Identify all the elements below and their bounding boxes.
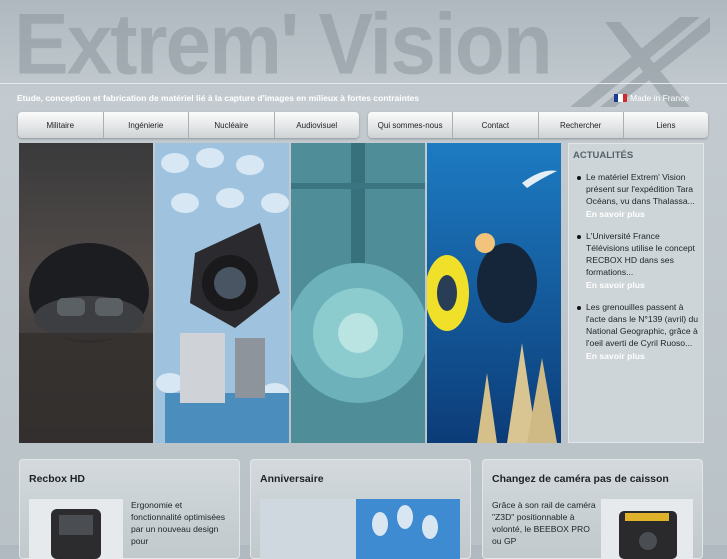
- camera-rail-image: [601, 499, 693, 559]
- card-recbox[interactable]: Recbox HD Ergonomie et fonctionnalité op…: [19, 459, 240, 559]
- nav-qui-sommes-nous[interactable]: Qui sommes-nous: [368, 112, 454, 138]
- photo-strip: [19, 143, 561, 443]
- anniversaire-image: [260, 499, 460, 559]
- made-in-label: Made in France: [630, 93, 690, 103]
- card-text: Ergonomie et fonctionnalité optimisées p…: [131, 500, 226, 546]
- nav-main: Militaire Ingénierie Nucléaire Audiovisu…: [18, 112, 359, 138]
- card-text: Grâce à son rail de caméra "Z3D" positio…: [492, 500, 596, 546]
- news-more-link[interactable]: En savoir plus: [586, 208, 699, 220]
- nav-rechercher[interactable]: Rechercher: [539, 112, 624, 138]
- news-item-text: Le matériel Extrem' Vision présent sur l…: [586, 172, 695, 206]
- nav-nucleaire[interactable]: Nucléaire: [189, 112, 275, 138]
- news-item: Le matériel Extrem' Vision présent sur l…: [573, 171, 699, 220]
- tagline: Etude, conception et fabrication de maté…: [17, 93, 420, 103]
- news-more-link[interactable]: En savoir plus: [586, 350, 699, 362]
- nav-militaire[interactable]: Militaire: [18, 112, 104, 138]
- photo-engineering-camera[interactable]: [155, 143, 289, 443]
- nav-contact[interactable]: Contact: [453, 112, 539, 138]
- news-heading: ACTUALITÉS: [573, 150, 634, 161]
- news-item: L'Université France Télévisions utilise …: [573, 230, 699, 291]
- card-changez-camera[interactable]: Changez de caméra pas de caisson Grâce à…: [482, 459, 703, 559]
- photo-military-diver[interactable]: [19, 143, 153, 443]
- news-item-text: L'Université France Télévisions utilise …: [586, 231, 695, 277]
- site-title: Extrem' Vision: [14, 0, 553, 93]
- made-in-france: Made in France: [614, 93, 689, 103]
- nav-secondary: Qui sommes-nous Contact Rechercher Liens: [368, 112, 708, 138]
- nav-ingenierie[interactable]: Ingénierie: [104, 112, 189, 138]
- france-flag-icon: [614, 94, 627, 102]
- news-item-text: Les grenouilles passent à l'acte dans le…: [586, 302, 699, 348]
- nav-audiovisuel[interactable]: Audiovisuel: [275, 112, 360, 138]
- header-divider: [0, 83, 727, 84]
- photo-nuclear-pool[interactable]: [291, 143, 425, 443]
- nav-liens[interactable]: Liens: [624, 112, 708, 138]
- news-panel: ACTUALITÉS Le matériel Extrem' Vision pr…: [568, 143, 704, 443]
- photo-audiovisual-diver[interactable]: [427, 143, 561, 443]
- card-title: Changez de caméra pas de caisson: [492, 473, 669, 485]
- card-title: Recbox HD: [29, 473, 86, 485]
- card-title: Anniversaire: [260, 473, 324, 485]
- recbox-image: [29, 499, 123, 559]
- card-anniversaire[interactable]: Anniversaire: [250, 459, 471, 559]
- news-item: Les grenouilles passent à l'acte dans le…: [573, 301, 699, 362]
- news-more-link[interactable]: En savoir plus: [586, 279, 699, 291]
